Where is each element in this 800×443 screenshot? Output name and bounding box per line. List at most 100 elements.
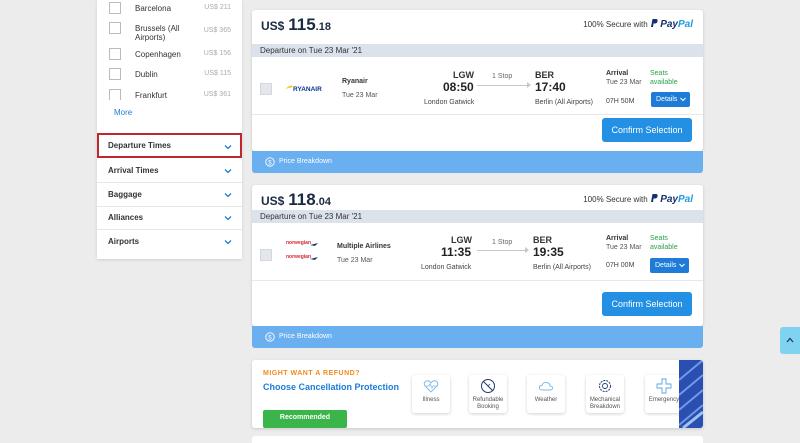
destination-name: Brussels (All Airports) — [135, 24, 180, 42]
next-section — [252, 436, 703, 443]
origin-city: London Gatwick — [421, 264, 472, 271]
refund-heading: Choose Cancellation Protection — [263, 382, 400, 392]
confirm-selection-button[interactable]: Confirm Selection — [602, 292, 692, 316]
filter-alliances[interactable]: Alliances — [97, 206, 242, 230]
arrival-date: Tue 23 Mar — [606, 244, 642, 251]
details-label: Details — [656, 96, 678, 103]
destination-item[interactable]: Frankfurt US$ 361 — [107, 89, 237, 100]
secure-text: 100% Secure with — [583, 195, 648, 204]
destination-city: Berlin (All Airports) — [533, 264, 591, 271]
norwegian-logo: norwegian norwegian — [286, 240, 318, 260]
checkbox[interactable] — [109, 22, 121, 34]
stops-count: 1 Stop — [492, 239, 513, 246]
route-line — [477, 85, 529, 86]
norwegian-wordmark: norwegian — [286, 240, 311, 246]
currency: US$ — [261, 19, 285, 33]
price-decimal: .18 — [315, 21, 331, 33]
feature-label: Illness — [422, 397, 440, 403]
price-breakdown-label: Price Breakdown — [279, 158, 332, 165]
destination-price: US$ 211 — [204, 4, 231, 11]
origin-city: London Gatwick — [424, 99, 475, 106]
filter-arrival-times[interactable]: Arrival Times — [97, 159, 242, 183]
destination-price: US$ 361 — [203, 91, 231, 98]
recommended-button[interactable]: Recommended — [263, 410, 347, 428]
details-label: Details — [655, 262, 677, 269]
ryanair-logo: RYANAIR — [285, 85, 322, 93]
destination-item[interactable]: Brussels (All Airports) US$ 365 — [107, 22, 237, 42]
paypal-logo-pal: Pal — [677, 19, 693, 30]
paypal-logo-pay: Pay — [660, 19, 678, 30]
destination-price: US$ 115 — [204, 70, 231, 77]
scroll-to-top-button[interactable] — [780, 327, 800, 354]
price-breakdown-bar[interactable]: $ Price Breakdown — [252, 151, 703, 173]
airline-name: Ryanair — [342, 78, 368, 85]
destination-list: Barcelona US$ 211 Brussels (All Airports… — [97, 0, 242, 100]
paypal-icon — [650, 194, 658, 202]
filter-departure-times[interactable]: Departure Times — [97, 133, 242, 158]
flight-duration: 07H 00M — [606, 262, 635, 269]
more-link[interactable]: More — [114, 108, 132, 117]
result-card: US$ 115.18 100% Secure with PayPal Depar… — [252, 10, 703, 151]
arrival-label: Arrival — [606, 235, 629, 242]
chevron-down-icon — [224, 169, 232, 174]
price-row: US$ 118.04 100% Secure with PayPal — [252, 185, 703, 211]
price-integer: 118 — [288, 190, 316, 209]
checkbox[interactable] — [109, 48, 121, 60]
checkbox[interactable] — [109, 68, 121, 80]
destination-price: US$ 156 — [203, 50, 231, 57]
filter-baggage[interactable]: Baggage — [97, 183, 242, 207]
chevron-down-icon — [224, 240, 232, 245]
stops-count: 1 Stop — [492, 73, 513, 80]
filter-airports[interactable]: Airports — [97, 230, 242, 254]
destination-name: Dublin — [135, 70, 158, 79]
paypal-logo-pal: Pal — [677, 194, 693, 205]
filter-label: Departure Times — [108, 141, 171, 150]
feature-illness: Illness — [412, 375, 450, 413]
no-fee-icon — [481, 379, 495, 393]
dollar-circle-icon: $ — [265, 157, 275, 167]
seats-available: Seats available — [650, 70, 678, 86]
feature-label: Mechanical Breakdown — [589, 397, 621, 410]
feature-weather: Weather — [527, 375, 565, 413]
chevron-up-icon — [786, 337, 794, 343]
origin-code: LGW — [451, 235, 472, 245]
flight-checkbox[interactable] — [260, 249, 272, 261]
feature-label: Refundable Booking — [472, 397, 504, 410]
arrival-label: Arrival — [606, 70, 629, 77]
chevron-down-icon — [224, 193, 232, 198]
route-line — [477, 250, 527, 251]
destination-name: Barcelona — [135, 4, 172, 13]
price-row: US$ 115.18 100% Secure with PayPal — [252, 10, 703, 36]
confirm-selection-button[interactable]: Confirm Selection — [602, 118, 692, 142]
details-button[interactable]: Details — [650, 258, 689, 273]
filter-label: Arrival Times — [108, 166, 159, 175]
chevron-down-icon — [680, 97, 686, 102]
dollar-circle-icon: $ — [265, 332, 275, 342]
price-breakdown-bar[interactable]: $ Price Breakdown — [252, 326, 703, 348]
decorative-pattern — [679, 360, 703, 428]
departure-header: Departure on Tue 23 Mar '21 — [252, 210, 703, 223]
destination-item[interactable]: Barcelona US$ 211 — [107, 2, 237, 20]
cloud-icon — [538, 381, 554, 391]
price-integer: 115 — [288, 15, 316, 34]
arrival-time: 17:40 — [535, 80, 566, 94]
total-price: US$ 115.18 — [261, 15, 331, 35]
origin-code: LGW — [453, 70, 474, 80]
total-price: US$ 118.04 — [261, 190, 331, 210]
flight-date: Tue 23 Mar — [342, 92, 378, 99]
medical-cross-icon — [656, 378, 672, 394]
details-button[interactable]: Details — [651, 92, 690, 107]
destination-name: Frankfurt — [135, 91, 168, 100]
feature-mechanical-breakdown: Mechanical Breakdown — [586, 375, 624, 413]
checkbox[interactable] — [109, 89, 121, 100]
checkbox[interactable] — [109, 2, 121, 14]
seats-available: Seats available — [650, 235, 678, 251]
flight-checkbox[interactable] — [260, 83, 272, 95]
destination-item[interactable]: Dublin US$ 115 — [107, 68, 237, 86]
destination-item[interactable]: Copenhagen US$ 156 — [107, 48, 237, 66]
chevron-down-icon — [224, 145, 232, 150]
chevron-down-icon — [224, 216, 232, 221]
filter-label: Baggage — [108, 190, 142, 199]
refund-kicker: MIGHT WANT A REFUND? — [263, 370, 360, 377]
cancellation-protection-banner: MIGHT WANT A REFUND? Choose Cancellation… — [252, 360, 703, 428]
